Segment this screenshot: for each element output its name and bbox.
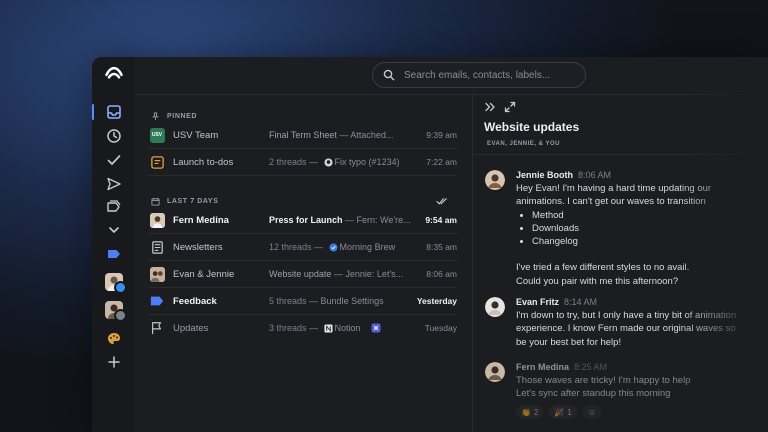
message-bullet-list: Method Downloads Changelog <box>516 209 756 249</box>
avatar-contact-1[interactable] <box>105 273 127 294</box>
send-icon[interactable] <box>100 173 128 195</box>
avatar <box>485 362 505 382</box>
message-time: 8:06 AM <box>578 170 612 180</box>
feedback-label-icon[interactable] <box>100 243 128 265</box>
check-icon[interactable] <box>100 149 128 171</box>
message-author: Evan Fritz <box>516 297 560 307</box>
label-tag-icon <box>149 293 165 309</box>
usv-badge: USV <box>149 127 165 143</box>
thread-name: USV Team <box>173 129 219 141</box>
section-pinned: PINNED <box>151 112 197 121</box>
message-body: I'm down to try, but I only have a tiny … <box>516 310 737 348</box>
thread-preview: 3 threads — Notion <box>269 323 411 333</box>
thread-list: PINNED USV USV Team Final Term Sheet — A… <box>135 94 472 432</box>
thread-name: Feedback <box>173 295 217 307</box>
app-window: PINNED USV USV Team Final Term Sheet — A… <box>92 57 768 432</box>
pin-icon <box>152 112 159 121</box>
expand-icon[interactable] <box>504 101 516 113</box>
message-author: Jennie Booth <box>516 170 574 180</box>
message-time: 8:14 AM <box>564 297 598 307</box>
detail-toolbar <box>484 101 516 113</box>
top-bar <box>135 57 768 95</box>
thread-preview: 5 threads — Bundle Settings <box>269 296 384 306</box>
thread-preview: 12 threads — Morning Brew <box>269 242 396 252</box>
thread-name: Newsletters <box>173 241 223 253</box>
clap-icon: 👏 <box>521 407 531 417</box>
avatar <box>485 170 505 190</box>
thread-row-newsletters[interactable]: Newsletters 12 threads — Morning Brew 8:… <box>149 234 457 261</box>
thread-name: Updates <box>173 322 209 334</box>
section-pinned-label: PINNED <box>167 113 198 120</box>
group-avatar <box>149 266 165 282</box>
add-icon[interactable] <box>100 351 128 373</box>
thread-time: Yesterday <box>416 296 457 306</box>
nav-rail <box>92 57 135 432</box>
thread-row-feedback[interactable]: Feedback 5 threads — Bundle Settings Yes… <box>149 288 457 315</box>
avatar-contact-2[interactable] <box>105 301 127 322</box>
thread-name: Launch to-dos <box>173 156 234 168</box>
collapse-pane-icon[interactable] <box>484 101 496 113</box>
github-icon <box>323 158 333 167</box>
thread-row-updates[interactable]: Updates 3 threads — Notion Tuesday <box>149 315 457 341</box>
reactions: 👏 2 🎉 1 ☺ <box>516 405 602 419</box>
thread-name: Evan & Jennie <box>173 268 235 280</box>
participants: EVAN, JENNIE, & YOU <box>487 141 560 147</box>
thread-time: Tuesday <box>424 323 457 333</box>
search-icon <box>383 69 395 81</box>
avatar <box>485 297 505 317</box>
message-header: Evan Fritz 8:14 AM <box>516 297 597 307</box>
calendar-icon <box>151 197 160 206</box>
search-input[interactable] <box>402 68 576 82</box>
message-body: Those waves are tricky! I'm happy to hel… <box>516 375 691 400</box>
search-bar[interactable] <box>372 62 586 88</box>
thread-time: 8:06 am <box>426 269 457 279</box>
add-reaction-button[interactable]: ☺ <box>582 405 602 419</box>
section-recent-label: LAST 7 DAYS <box>167 197 219 205</box>
message-header: Jennie Booth 8:06 AM <box>516 170 611 180</box>
thread-time: 9:54 am <box>425 215 457 225</box>
logo-icon[interactable] <box>100 63 128 85</box>
app-update-icon <box>371 323 381 333</box>
notion-icon <box>323 324 333 333</box>
message-time: 8:25 AM <box>574 362 608 372</box>
thread-time: 9:39 am <box>426 130 457 140</box>
thread-row-launch-todos[interactable]: Launch to-dos 2 threads — Fix typo (#123… <box>149 149 457 176</box>
newsletter-icon <box>149 239 165 255</box>
thread-name: Fern Medina <box>173 214 229 226</box>
avatar <box>149 212 165 228</box>
clock-icon[interactable] <box>100 125 128 147</box>
smiley-icon: ☺ <box>587 407 597 417</box>
flag-icon <box>149 320 165 336</box>
divider <box>473 154 768 155</box>
thread-row-fern-medina[interactable]: Fern Medina Press for Launch — Fern: We'… <box>149 207 457 234</box>
thread-preview: Website update — Jennie: Let's... <box>269 269 404 279</box>
thread-row-usv-team[interactable]: USV USV Team Final Term Sheet — Attached… <box>149 122 457 149</box>
reaction-clap[interactable]: 👏 2 <box>516 405 544 419</box>
reaction-party[interactable]: 🎉 1 <box>549 405 577 419</box>
thread-time: 8:35 am <box>426 242 457 252</box>
thread-preview: Press for Launch — Fern: We're... <box>269 215 411 225</box>
palette-icon[interactable] <box>100 328 128 350</box>
thread-row-evan-jennie[interactable]: Evan & Jennie Website update — Jennie: L… <box>149 261 457 288</box>
thread-detail: Website updates EVAN, JENNIE, & YOU Jenn… <box>472 94 768 432</box>
thread-preview: 2 threads — Fix typo (#1234) <box>269 157 400 167</box>
chevron-down-icon[interactable] <box>100 219 128 241</box>
thread-preview: Final Term Sheet — Attached... <box>269 130 394 140</box>
mark-all-done-icon[interactable] <box>436 196 449 206</box>
party-icon: 🎉 <box>554 407 565 417</box>
morning-brew-icon <box>328 243 338 252</box>
inbox-icon[interactable] <box>100 101 128 123</box>
labels-icon[interactable] <box>100 196 128 218</box>
selected-indicator <box>92 104 94 120</box>
thread-time: 7:22 am <box>426 157 457 167</box>
message-author: Fern Medina <box>516 362 570 372</box>
section-recent: LAST 7 DAYS <box>151 196 456 206</box>
message-header: Fern Medina 8:25 AM <box>516 362 607 372</box>
thread-title: Website updates <box>484 120 580 134</box>
message-body: Hey Evan! I'm having a hard time updatin… <box>516 182 756 288</box>
note-icon <box>149 154 165 170</box>
